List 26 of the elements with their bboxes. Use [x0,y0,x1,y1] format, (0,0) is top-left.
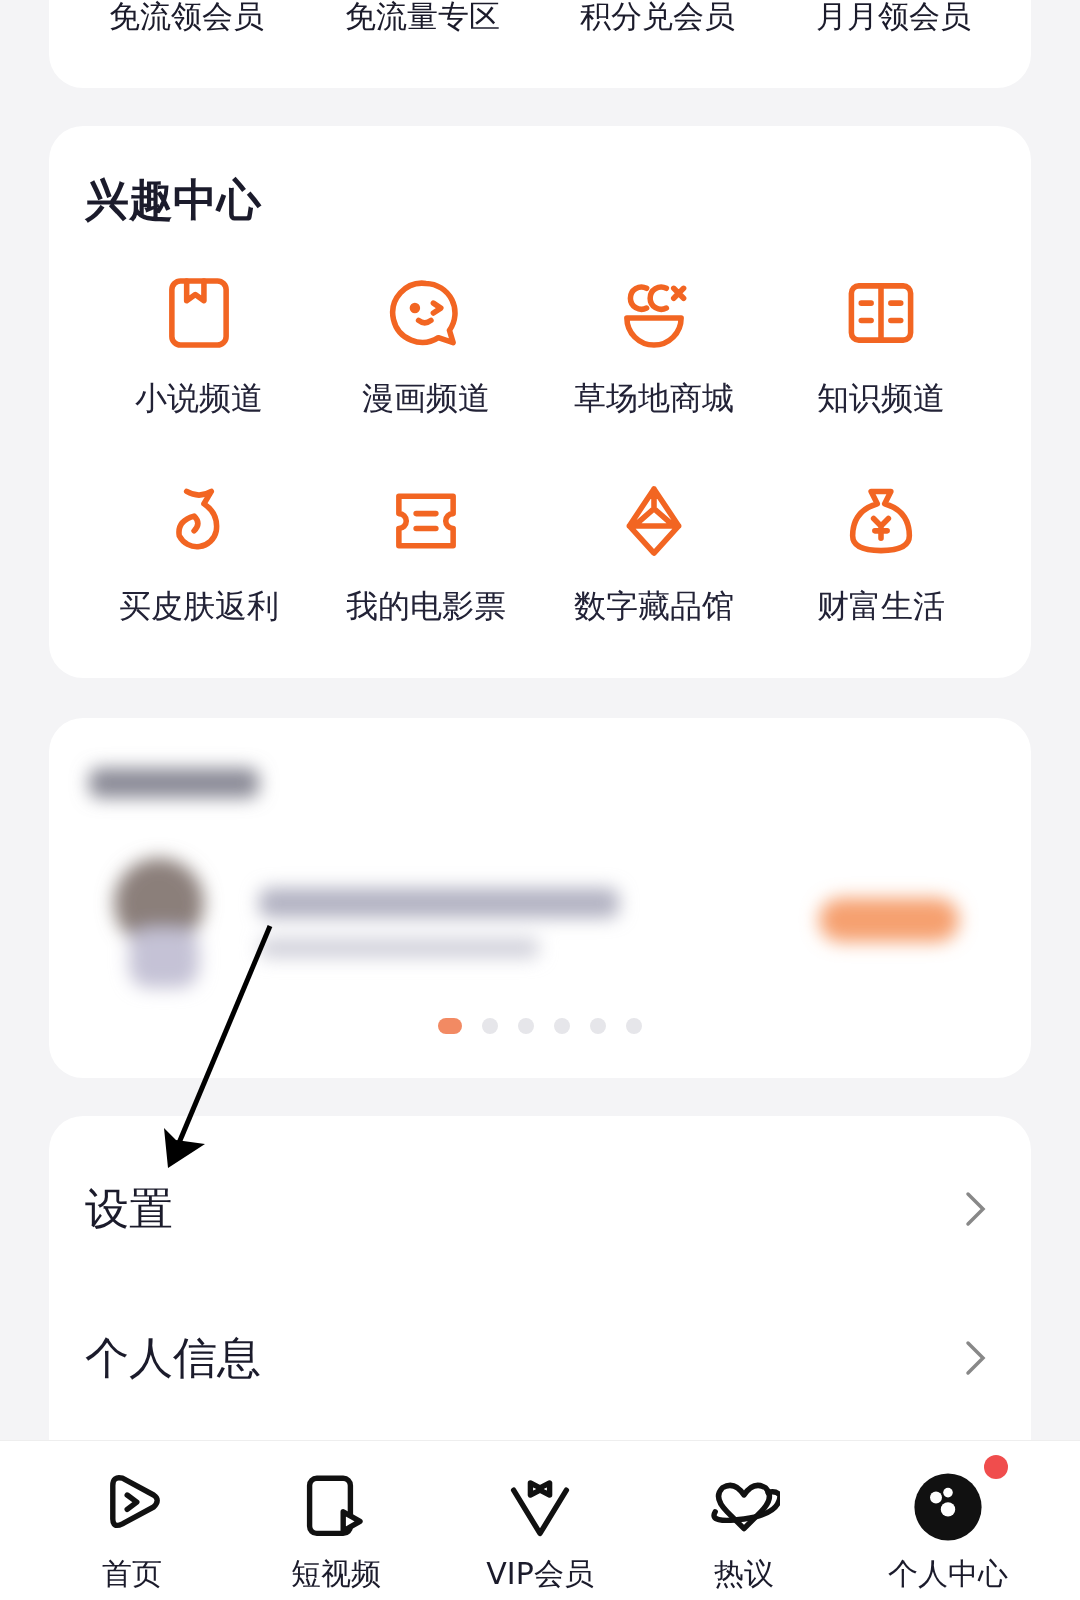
section-title: 兴趣中心 [85,174,261,226]
channel-label[interactable]: 数字藏品馆 [573,586,734,626]
channel-label[interactable]: 买皮肤返利 [118,586,279,626]
link-label[interactable]: 积分兑会员 [580,0,736,32]
tab-label[interactable]: VIP会员 [486,1557,594,1591]
tab-label[interactable]: 个人中心 [888,1557,1008,1591]
page-dot[interactable] [590,1018,606,1034]
page-dot[interactable] [482,1018,498,1034]
page-dot[interactable] [518,1018,534,1034]
channel-label[interactable]: 漫画频道 [362,378,491,418]
menu-item[interactable]: 设置 [85,1183,173,1235]
link-label[interactable]: 免流量专区 [344,0,500,32]
link-label[interactable]: 月月领会员 [815,0,971,32]
channel-label[interactable]: 小说频道 [134,378,263,418]
page-dot[interactable] [554,1018,570,1034]
channel-label[interactable]: 草场地商城 [573,378,734,418]
channel-label[interactable]: 知识频道 [817,378,946,418]
tab-label[interactable]: 热议 [714,1557,774,1591]
channel-label[interactable]: 财富生活 [817,586,946,626]
link-label[interactable]: 免流领会员 [109,0,265,32]
tab-label[interactable]: 首页 [102,1557,162,1591]
page-dot[interactable] [626,1018,642,1034]
tab-label[interactable]: 短视频 [291,1557,381,1591]
avatar-icon[interactable] [912,1471,984,1543]
channel-label[interactable]: 我的电影票 [346,586,507,626]
menu-item[interactable]: 个人信息 [85,1332,261,1384]
